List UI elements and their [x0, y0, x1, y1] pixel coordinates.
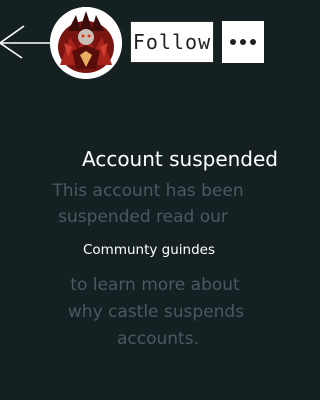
- notice-line-5: accounts.: [117, 329, 199, 349]
- profile-avatar[interactable]: [50, 7, 122, 79]
- notice-line-2: suspended read our: [58, 207, 228, 227]
- back-arrow-icon[interactable]: [0, 18, 52, 68]
- notice-line-1: This account has been: [52, 181, 244, 201]
- follow-button[interactable]: Follow: [130, 21, 214, 63]
- more-dots-icon: [228, 39, 258, 45]
- more-options-button[interactable]: [222, 21, 264, 63]
- notice-line-3: to learn more about: [70, 275, 240, 295]
- suspension-title-row: Account suspended: [0, 147, 286, 171]
- notice-line-4: why castle suspends: [67, 302, 245, 322]
- suspension-title: Account suspended: [82, 147, 278, 171]
- avatar-image: [50, 7, 122, 79]
- community-guidelines-link[interactable]: Communty guindes: [0, 242, 286, 258]
